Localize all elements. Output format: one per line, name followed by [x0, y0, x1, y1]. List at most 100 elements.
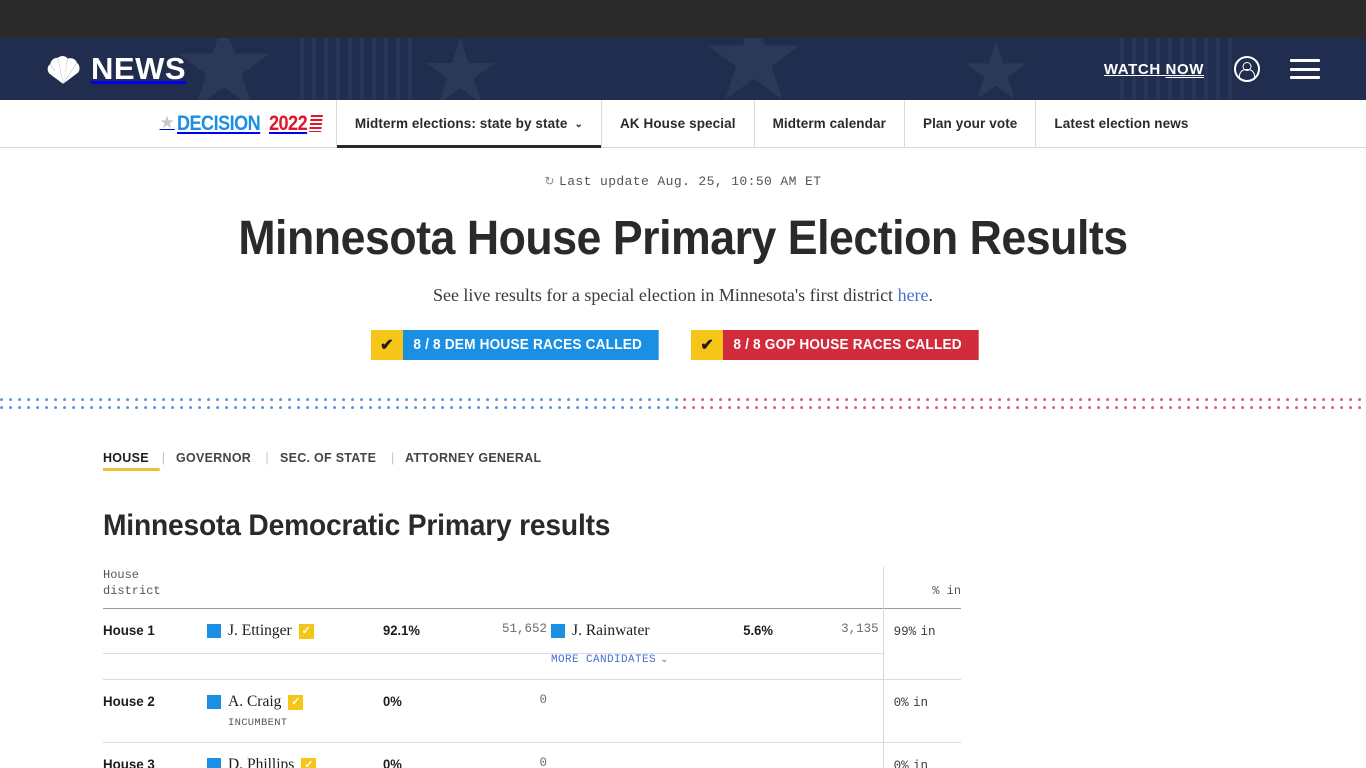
- percent-reporting-value: 0%: [893, 696, 909, 711]
- candidate-percent: 0%: [383, 756, 402, 768]
- table-header: House district % in: [103, 567, 962, 609]
- tab-sec-of-state[interactable]: SEC. OF STATE: [280, 450, 387, 465]
- winner-check-icon: ✓: [301, 757, 317, 768]
- percent-reporting-unit: in: [913, 759, 929, 768]
- more-candidates-row: MORE CANDIDATES ⌄: [103, 654, 962, 680]
- nav-item-plan-your-vote[interactable]: Plan your vote: [903, 100, 1035, 147]
- district-header-line2: district: [103, 584, 161, 599]
- tab-label: GOVERNOR: [176, 450, 252, 465]
- special-election-link[interactable]: here: [898, 285, 929, 305]
- tab-separator: |: [161, 450, 166, 465]
- winner-check-icon: ✓: [298, 623, 314, 639]
- table-row: House 2 A. Craig ✓ INCUMBENT 0% 0 0% in: [103, 679, 962, 743]
- percent-cell-primary: 92.1%: [379, 609, 463, 654]
- nbc-peacock-icon: [46, 54, 80, 84]
- votes-cell-primary: 0: [463, 680, 551, 743]
- votes-cell-secondary: [811, 743, 883, 768]
- results-section-title: Minnesota Democratic Primary results: [103, 509, 611, 542]
- percent-cell-secondary: 5.6%: [741, 609, 811, 654]
- tab-separator: |: [390, 450, 395, 465]
- nav-item-label: Plan your vote: [922, 116, 1018, 131]
- column-header-blank: [551, 567, 883, 609]
- nav-item-ak-house-special[interactable]: AK House special: [600, 100, 754, 147]
- candidate-name: A. Craig: [228, 693, 282, 711]
- nav-item-latest-election-news[interactable]: Latest election news: [1035, 100, 1206, 147]
- page-hero: ↻ Last update Aug. 25, 10:50 AM ET Minnes…: [0, 148, 1366, 360]
- percent-reporting-value: 99%: [893, 625, 917, 640]
- candidate-name: D. Phillips: [228, 756, 295, 768]
- district-label: House 3: [103, 756, 155, 768]
- watch-now-link[interactable]: WATCH NOW: [1104, 61, 1204, 78]
- party-color-square-dem: [207, 624, 221, 639]
- chevron-down-icon: ⌄: [574, 119, 583, 130]
- district-header-line1: House: [103, 568, 140, 582]
- nav-item-label: AK House special: [619, 116, 736, 131]
- page-subtitle: See live results for a special election …: [0, 285, 1366, 306]
- tab-label: HOUSE: [103, 450, 149, 465]
- percent-cell-secondary: [741, 680, 811, 743]
- status-badge-dem-races-called: ✔ 8 / 8 DEM HOUSE RACES CALLED: [370, 330, 675, 360]
- candidate-cell-primary: A. Craig ✓ INCUMBENT: [207, 680, 379, 743]
- decision-2022-logo[interactable]: ★ DECISION 2022: [160, 100, 336, 147]
- candidate-cell-secondary: [551, 680, 741, 743]
- district-cell: House 2: [103, 680, 207, 743]
- nbc-news-logo[interactable]: NEWS: [46, 51, 186, 87]
- account-circle-icon[interactable]: [1234, 56, 1260, 82]
- candidate-cell-primary: J. Ettinger ✓: [207, 609, 379, 654]
- tab-attorney-general[interactable]: ATTORNEY GENERAL: [405, 450, 552, 465]
- nav-item-label: Midterm elections: state by state: [354, 116, 568, 131]
- subtitle-text-before: See live results for a special election …: [432, 285, 898, 305]
- candidate-cell-primary: D. Phillips ✓ INCUMBENT: [207, 743, 379, 768]
- last-update-stamp: ↻ Last update Aug. 25, 10:50 AM ET: [0, 174, 1366, 189]
- watch-now-label: NOW: [1165, 60, 1204, 78]
- top-utility-bar: [0, 0, 1366, 38]
- party-color-square-dem: [207, 758, 221, 768]
- tab-house[interactable]: HOUSE: [103, 450, 160, 471]
- star-icon: ★: [159, 113, 175, 132]
- divider-blue-half: [0, 398, 683, 412]
- tab-label: ATTORNEY GENERAL: [405, 450, 542, 465]
- results-section: HOUSE | GOVERNOR | SEC. OF STATE | ATTOR…: [0, 412, 1366, 768]
- check-icon: ✔: [370, 330, 403, 360]
- status-badge-label: 8 / 8 DEM HOUSE RACES CALLED: [402, 330, 659, 360]
- subtitle-text-after: .: [928, 285, 934, 305]
- percent-cell-primary: 0%: [379, 743, 463, 768]
- decision-year: 2022: [268, 111, 308, 135]
- decision-word: DECISION: [176, 111, 261, 135]
- decision-2022-nav: ★ DECISION 2022 Midterm elections: state…: [0, 100, 1366, 148]
- candidate-percent: 92.1%: [383, 622, 420, 639]
- percent-reporting-cell: 0% in: [882, 742, 962, 768]
- table-row: House 3 D. Phillips ✓ INCUMBENT 0% 0: [103, 742, 962, 768]
- votes-cell-primary: 51,652: [463, 609, 551, 654]
- percent-reporting-unit: in: [913, 696, 929, 711]
- candidate-votes: 3,135: [841, 622, 879, 637]
- candidate-votes: 0: [539, 693, 548, 708]
- more-candidates-label: MORE CANDIDATES: [551, 654, 657, 667]
- percent-cell-primary: 0%: [379, 680, 463, 743]
- district-label: House 1: [103, 622, 155, 639]
- more-candidates-toggle[interactable]: MORE CANDIDATES ⌄: [551, 654, 883, 680]
- candidate-votes: 0: [539, 756, 548, 768]
- candidate-name: J. Rainwater: [572, 622, 650, 640]
- page-title: Minnesota House Primary Election Results: [238, 212, 1128, 265]
- hamburger-menu-icon[interactable]: [1290, 59, 1320, 79]
- nbc-news-wordmark: NEWS: [91, 51, 186, 86]
- winner-check-icon: ✓: [288, 694, 304, 710]
- column-header-pct-in: % in: [882, 567, 962, 609]
- refresh-icon: ↻: [544, 175, 555, 189]
- nav-item-label: Midterm calendar: [772, 116, 886, 131]
- race-type-tabs: HOUSE | GOVERNOR | SEC. OF STATE | ATTOR…: [103, 450, 1366, 471]
- district-cell: House 1: [103, 609, 207, 654]
- status-badge-label: 8 / 8 GOP HOUSE RACES CALLED: [723, 330, 979, 360]
- candidate-percent: 0%: [383, 693, 402, 710]
- tab-governor[interactable]: GOVERNOR: [176, 450, 262, 465]
- votes-cell-secondary: [811, 680, 883, 743]
- nav-item-label: Latest election news: [1054, 116, 1189, 131]
- candidate-cell-secondary: [551, 743, 741, 768]
- party-color-square-dem: [551, 624, 566, 639]
- nav-item-midterm-elections[interactable]: Midterm elections: state by state ⌄: [335, 100, 602, 148]
- votes-cell-secondary: 3,135: [811, 609, 883, 654]
- column-header-district: House district: [103, 567, 551, 609]
- candidate-percent: 5.6%: [743, 622, 773, 639]
- nav-item-midterm-calendar[interactable]: Midterm calendar: [753, 100, 904, 147]
